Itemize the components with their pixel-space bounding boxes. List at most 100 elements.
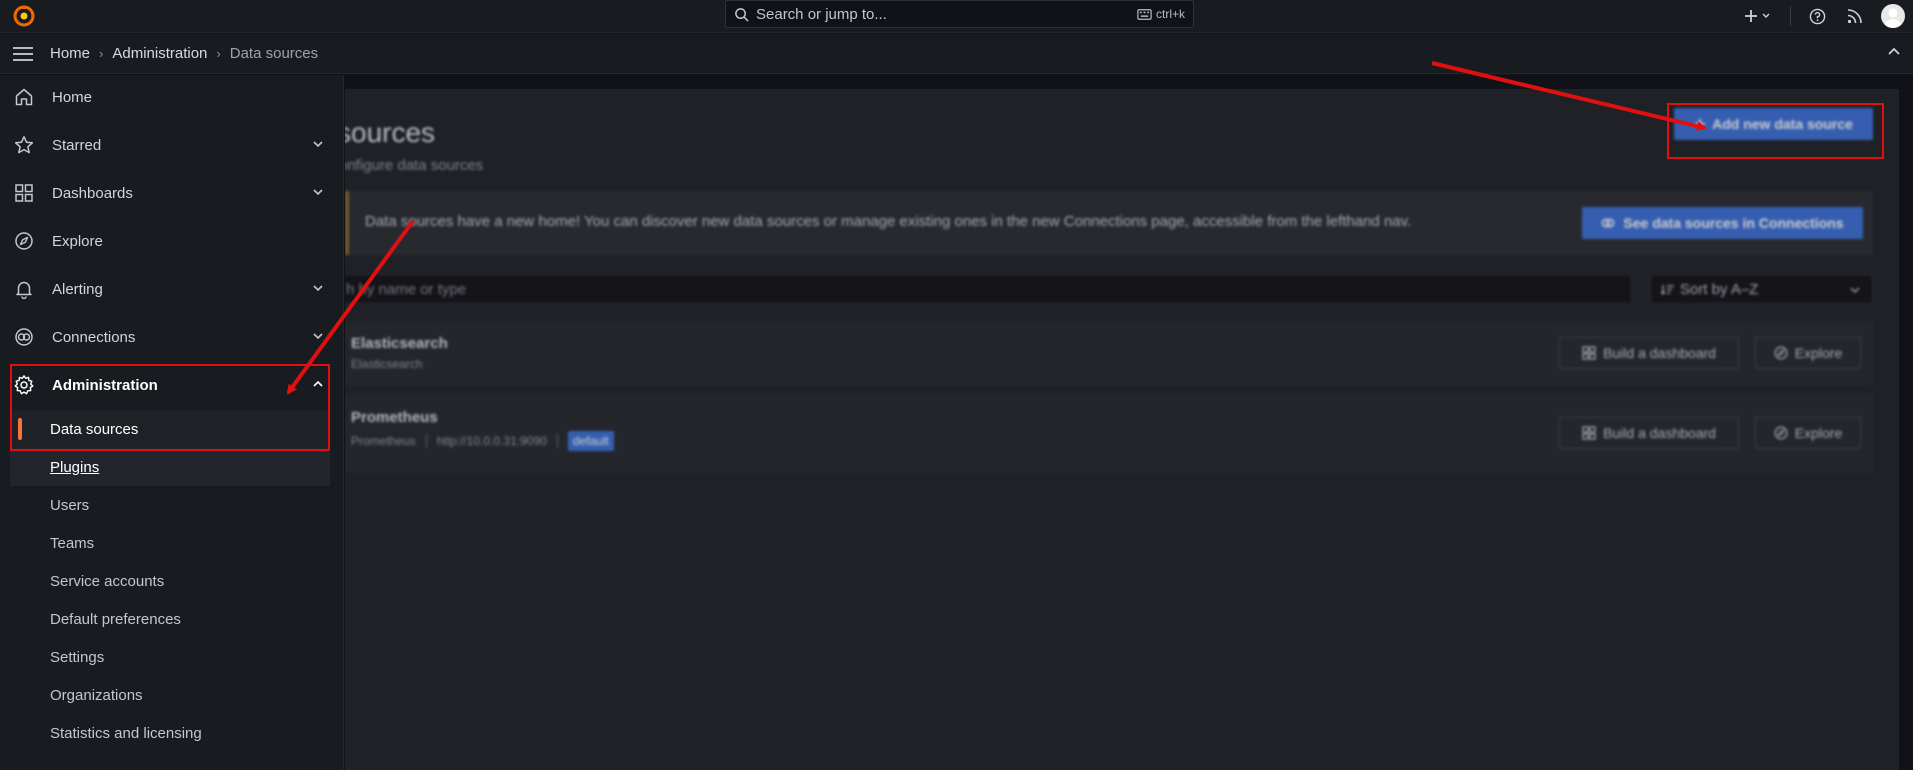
- sidebar-subitem-statistics-and-licensing[interactable]: Statistics and licensing: [10, 714, 330, 752]
- datasource-card-prometheus[interactable]: Prometheus Prometheus http://10.0.0.31:9…: [345, 393, 1873, 473]
- build-dashboard-label: Build a dashboard: [1603, 345, 1716, 361]
- link-icon: [12, 325, 36, 349]
- keyboard-icon: [1137, 8, 1152, 20]
- chevron-down-icon[interactable]: [310, 328, 326, 344]
- sidebar-subitem-data-sources[interactable]: Data sources: [10, 410, 330, 448]
- build-dashboard-button[interactable]: Build a dashboard: [1559, 417, 1739, 449]
- sidebar-item-label: Alerting: [52, 280, 103, 298]
- datasource-name[interactable]: Elasticsearch: [351, 335, 448, 352]
- datasource-meta: Prometheus http://10.0.0.31:9090 default: [351, 431, 614, 451]
- search-by-name-input[interactable]: h by name or type: [345, 274, 1632, 304]
- sidebar-item-connections[interactable]: Connections: [10, 318, 330, 356]
- page-panel: sources onfigure data sources Add new da…: [345, 89, 1899, 770]
- link-icon: [1601, 216, 1615, 230]
- breadcrumb-home[interactable]: Home: [50, 45, 90, 62]
- sidebar-item-label: Home: [52, 88, 93, 106]
- alert-button-label: See data sources in Connections: [1623, 215, 1844, 231]
- sidebar-subitem-teams[interactable]: Teams: [10, 524, 330, 562]
- active-indicator: [18, 418, 22, 440]
- sidebar-item-label: Starred: [52, 136, 102, 154]
- sidebar: Home Starred Dashboards Explore Alerting: [0, 75, 344, 770]
- sidebar-subitem-organizations[interactable]: Organizations: [10, 676, 330, 714]
- chevron-down-icon[interactable]: [310, 136, 326, 152]
- sidebar-item-administration[interactable]: Administration: [10, 366, 330, 404]
- sidebar-item-label: Connections: [52, 328, 136, 346]
- explore-label: Explore: [1794, 345, 1843, 361]
- sidebar-item-dashboards[interactable]: Dashboards: [10, 174, 330, 212]
- sidebar-subitem-label: Organizations: [50, 686, 143, 704]
- star-icon: [12, 133, 36, 157]
- top-actions: [1728, 3, 1905, 29]
- explore-button[interactable]: Explore: [1755, 337, 1861, 369]
- divider: [425, 434, 427, 448]
- help-icon[interactable]: [1805, 4, 1829, 28]
- plus-icon: [1694, 118, 1706, 130]
- sort-select[interactable]: Sort by A–Z: [1650, 274, 1873, 304]
- build-dashboard-label: Build a dashboard: [1603, 425, 1716, 441]
- breadcrumb-bar: Home › Administration › Data sources: [0, 34, 1913, 74]
- breadcrumb: Home › Administration › Data sources: [50, 45, 318, 62]
- sidebar-subitem-label: Users: [50, 496, 90, 514]
- sidebar-item-alerting[interactable]: Alerting: [10, 270, 330, 308]
- info-alert: Data sources have a new home! You can di…: [345, 191, 1873, 255]
- breadcrumb-separator: ›: [99, 46, 104, 61]
- home-icon: [12, 85, 36, 109]
- see-data-sources-in-connections-button[interactable]: See data sources in Connections: [1582, 207, 1863, 239]
- datasource-meta: Elasticsearch: [351, 357, 422, 371]
- chevron-down-icon[interactable]: [310, 184, 326, 200]
- sidebar-item-label: Explore: [52, 232, 103, 250]
- chevron-up-icon[interactable]: [310, 376, 326, 392]
- sidebar-item-starred[interactable]: Starred: [10, 126, 330, 164]
- top-bar: Search or jump to... ctrl+k: [0, 0, 1913, 33]
- sidebar-subitem-label: Default preferences: [50, 610, 181, 628]
- filter-placeholder: h by name or type: [346, 280, 467, 298]
- page-subtitle: onfigure data sources: [345, 157, 484, 174]
- compass-icon: [1774, 426, 1788, 440]
- breadcrumb-administration[interactable]: Administration: [112, 45, 207, 62]
- datasource-url: http://10.0.0.31:9090: [436, 434, 547, 448]
- datasource-card-elasticsearch[interactable]: Elasticsearch Elasticsearch Build a dash…: [345, 321, 1873, 385]
- sort-label: Sort by A–Z: [1680, 280, 1759, 298]
- sidebar-subitem-label: Settings: [50, 648, 105, 666]
- main-content: sources onfigure data sources Add new da…: [345, 75, 1913, 770]
- cog-icon: [12, 373, 36, 397]
- build-dashboard-button[interactable]: Build a dashboard: [1559, 337, 1739, 369]
- compass-icon: [1774, 346, 1788, 360]
- sidebar-subitem-settings[interactable]: Settings: [10, 638, 330, 676]
- explore-button[interactable]: Explore: [1755, 417, 1861, 449]
- plus-icon[interactable]: [1742, 4, 1776, 28]
- search-input[interactable]: Search or jump to... ctrl+k: [725, 0, 1194, 28]
- sidebar-item-home[interactable]: Home: [10, 78, 330, 116]
- news-icon[interactable]: [1843, 4, 1867, 28]
- sidebar-item-label: Dashboards: [52, 184, 133, 202]
- sidebar-subitem-default-preferences[interactable]: Default preferences: [10, 600, 330, 638]
- divider: [556, 434, 558, 448]
- divider: [1790, 6, 1791, 26]
- sidebar-subitem-label: Service accounts: [50, 572, 165, 590]
- grafana-logo-icon[interactable]: [12, 4, 36, 28]
- default-badge: default: [567, 431, 614, 451]
- shortcut-hint: ctrl+k: [1137, 7, 1185, 21]
- sidebar-subitem-users[interactable]: Users: [10, 486, 330, 524]
- apps-icon: [1582, 346, 1596, 360]
- apps-icon: [1582, 426, 1596, 440]
- sidebar-subitem-label: Teams: [50, 534, 95, 552]
- sidebar-item-explore[interactable]: Explore: [10, 222, 330, 260]
- add-new-data-source-button[interactable]: Add new data source: [1674, 108, 1873, 140]
- breadcrumb-data-sources: Data sources: [229, 45, 319, 62]
- sidebar-subitem-service-accounts[interactable]: Service accounts: [10, 562, 330, 600]
- user-avatar[interactable]: [1881, 4, 1905, 28]
- search-icon: [734, 7, 749, 22]
- breadcrumb-separator: ›: [216, 46, 221, 61]
- explore-label: Explore: [1794, 425, 1843, 441]
- sidebar-subitem-plugins[interactable]: Plugins: [10, 448, 330, 486]
- sidebar-subitem-label: Statistics and licensing: [50, 724, 202, 742]
- page-title: sources: [345, 117, 436, 148]
- shortcut-label: ctrl+k: [1155, 7, 1185, 21]
- chevron-up-icon[interactable]: [1885, 43, 1903, 61]
- chevron-down-icon[interactable]: [310, 280, 326, 296]
- datasource-name[interactable]: Prometheus: [351, 409, 438, 426]
- menu-icon[interactable]: [12, 43, 34, 65]
- bell-icon: [12, 277, 36, 301]
- sort-icon: [1661, 284, 1674, 295]
